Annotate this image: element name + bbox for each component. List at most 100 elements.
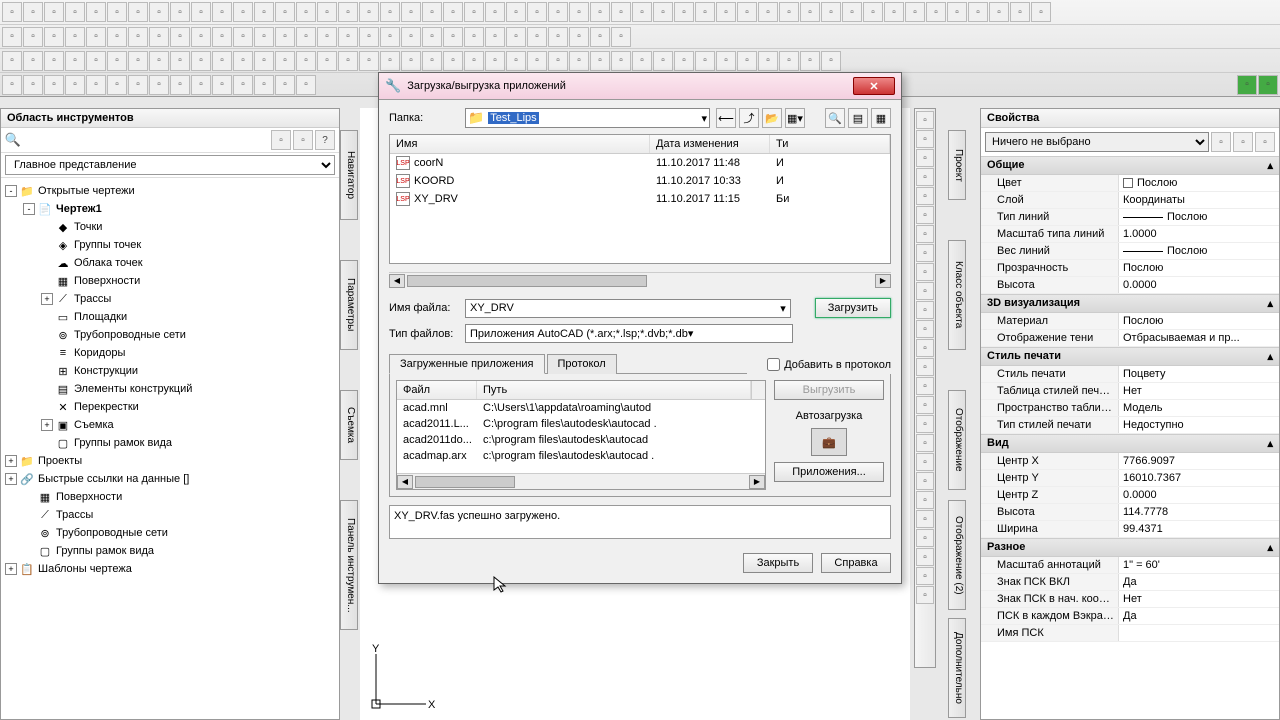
toolbar-button[interactable]: ▫ — [107, 51, 127, 71]
toolbar-button[interactable]: ▫ — [863, 2, 883, 22]
toolbar-button[interactable]: ▫ — [401, 2, 421, 22]
prop-row[interactable]: Знак ПСК в нач. коорд.Нет — [981, 591, 1279, 608]
file-row[interactable]: LSPKOORD 11.10.2017 10:33 И — [390, 172, 890, 190]
tool-icon[interactable]: ▦ — [871, 108, 891, 128]
toolbar-button[interactable]: ▫ — [149, 51, 169, 71]
help-icon[interactable]: ? — [315, 130, 335, 150]
prop-row[interactable]: Знак ПСК ВКЛДа — [981, 574, 1279, 591]
col-type[interactable]: Ти — [770, 135, 890, 153]
toolbar-button[interactable]: ▫ — [695, 2, 715, 22]
toolbar-button[interactable]: ▫ — [506, 27, 526, 47]
toolbar-button[interactable]: ▫ — [212, 2, 232, 22]
vtool-button[interactable]: ▫ — [916, 586, 934, 604]
vtool-button[interactable]: ▫ — [916, 225, 934, 243]
up-icon[interactable]: ⤴ — [739, 108, 759, 128]
toolbar-button[interactable]: ▫ — [65, 51, 85, 71]
toolbar-button[interactable]: ▫ — [968, 2, 988, 22]
toolbar-button[interactable]: ▫ — [674, 51, 694, 71]
toolbar-button[interactable]: ▫ — [695, 51, 715, 71]
toolbar-button[interactable]: ▫ — [254, 2, 274, 22]
toolbar-button[interactable]: ▫ — [44, 75, 64, 95]
tree-item[interactable]: +📁Проекты — [3, 452, 337, 470]
toolbar-button[interactable]: ▫ — [2, 75, 22, 95]
vtool-button[interactable]: ▫ — [916, 434, 934, 452]
toolbar-button[interactable]: ▫ — [86, 2, 106, 22]
prop-row[interactable]: Высота114.7778 — [981, 504, 1279, 521]
toolbar-button[interactable]: ▫ — [443, 27, 463, 47]
toolbar-button[interactable]: ▫ — [485, 2, 505, 22]
toolbar-button[interactable]: ▫ — [233, 2, 253, 22]
toolbar-button[interactable]: ▫ — [527, 2, 547, 22]
tree-item[interactable]: +🔗Быстрые ссылки на данные [] — [3, 470, 337, 488]
tree-item[interactable]: ⊚Трубопроводные сети — [3, 524, 337, 542]
tree-item[interactable]: -📄Чертеж1 — [3, 200, 337, 218]
vtool-button[interactable]: ▫ — [916, 111, 934, 129]
toolbar-button[interactable]: ▫ — [590, 2, 610, 22]
prop-section-header[interactable]: 3D визуализация▴ — [981, 294, 1279, 313]
file-row[interactable]: LSPXY_DRV 11.10.2017 11:15 Би — [390, 190, 890, 208]
toolbar-button[interactable]: ▫ — [485, 27, 505, 47]
view-dropdown[interactable]: Главное представление — [5, 155, 335, 175]
tree-item[interactable]: -📁Открытые чертежи — [3, 182, 337, 200]
toolbar-button[interactable]: ▫ — [296, 51, 316, 71]
vtool-button[interactable]: ▫ — [916, 187, 934, 205]
prop-row[interactable]: Высота0.0000 — [981, 277, 1279, 294]
toolbar-button[interactable]: ▫ — [254, 51, 274, 71]
tree-item[interactable]: ▢Группы рамок вида — [3, 434, 337, 452]
toolbar-button[interactable]: ▫ — [800, 51, 820, 71]
loaded-row[interactable]: acad.mnl C:\Users\1\appdata\roaming\auto… — [397, 400, 765, 416]
vtool-button[interactable]: ▫ — [916, 358, 934, 376]
vscroll[interactable] — [751, 381, 765, 399]
prop-row[interactable]: Центр Z0.0000 — [981, 487, 1279, 504]
tree-item[interactable]: ▭Площадки — [3, 308, 337, 326]
toolbar-button[interactable]: ▫ — [149, 75, 169, 95]
views-icon[interactable]: ▦▾ — [785, 108, 805, 128]
tree-item[interactable]: ≡Коридоры — [3, 344, 337, 362]
prop-row[interactable]: МатериалПослою — [981, 313, 1279, 330]
vtool-button[interactable]: ▫ — [916, 453, 934, 471]
help-button[interactable]: Справка — [821, 553, 891, 573]
toolbar-button[interactable]: ▫ — [191, 75, 211, 95]
prop-section-header[interactable]: Общие▴ — [981, 156, 1279, 175]
toolbar-button[interactable]: ▫ — [590, 27, 610, 47]
toolbar-button[interactable]: ▫ — [128, 2, 148, 22]
toolbar-button[interactable]: ▫ — [296, 2, 316, 22]
col-file[interactable]: Файл — [397, 381, 477, 399]
file-row[interactable]: LSPcoorN 11.10.2017 11:48 И — [390, 154, 890, 172]
toolbar-button[interactable]: ▫ — [275, 27, 295, 47]
tree-item[interactable]: +⟋Трассы — [3, 290, 337, 308]
tree-toggle[interactable]: - — [5, 185, 17, 197]
tree-item[interactable]: ▦Поверхности — [3, 272, 337, 290]
prop-row[interactable]: Стиль печатиПоцвету — [981, 366, 1279, 383]
prop-row[interactable]: Масштаб аннотаций1" = 60' — [981, 557, 1279, 574]
prop-tool[interactable]: ▫ — [1255, 132, 1275, 152]
folder-combo[interactable]: 📁 Test_Lips ▾ — [465, 108, 710, 128]
toolbar-button[interactable]: ▫ — [86, 27, 106, 47]
prop-row[interactable]: Тип линийПослою — [981, 209, 1279, 226]
toolbar-button[interactable]: ▫ — [989, 2, 1009, 22]
toolbar-button[interactable]: ▫ — [170, 75, 190, 95]
vtool-button[interactable]: ▫ — [916, 415, 934, 433]
search-icon[interactable]: 🔍 — [5, 132, 21, 148]
toolbar-button[interactable]: ▫ — [779, 2, 799, 22]
scroll-left-icon[interactable]: ◀ — [397, 475, 413, 489]
apps-button[interactable]: Приложения... — [774, 462, 884, 482]
selection-combo[interactable]: Ничего не выбрано — [985, 132, 1209, 152]
vtool-button[interactable]: ▫ — [916, 377, 934, 395]
tree-item[interactable]: +📋Шаблоны чертежа — [3, 560, 337, 578]
toolbar-button[interactable]: ▫ — [149, 2, 169, 22]
toolbar-button[interactable]: ▫ — [758, 2, 778, 22]
toolbar-button[interactable]: ▫ — [254, 27, 274, 47]
toolbar-button[interactable]: ▫ — [170, 27, 190, 47]
tree-item[interactable]: ✕Перекрестки — [3, 398, 337, 416]
toolbar-button[interactable]: ▫ — [296, 27, 316, 47]
toolbar-button[interactable]: ▫ — [233, 51, 253, 71]
vtab-display2[interactable]: Отображение (2) — [948, 500, 966, 610]
prop-row[interactable]: Отображение тениОтбрасываемая и пр... — [981, 330, 1279, 347]
toolbar-button[interactable]: ▫ — [422, 2, 442, 22]
tree-toggle[interactable]: + — [41, 293, 53, 305]
toolbar-button[interactable]: ▫ — [653, 2, 673, 22]
toolbar-button[interactable]: ▫ — [128, 75, 148, 95]
vtab-survey[interactable]: Съемка — [340, 390, 358, 460]
prop-tool[interactable]: ▫ — [1211, 132, 1231, 152]
